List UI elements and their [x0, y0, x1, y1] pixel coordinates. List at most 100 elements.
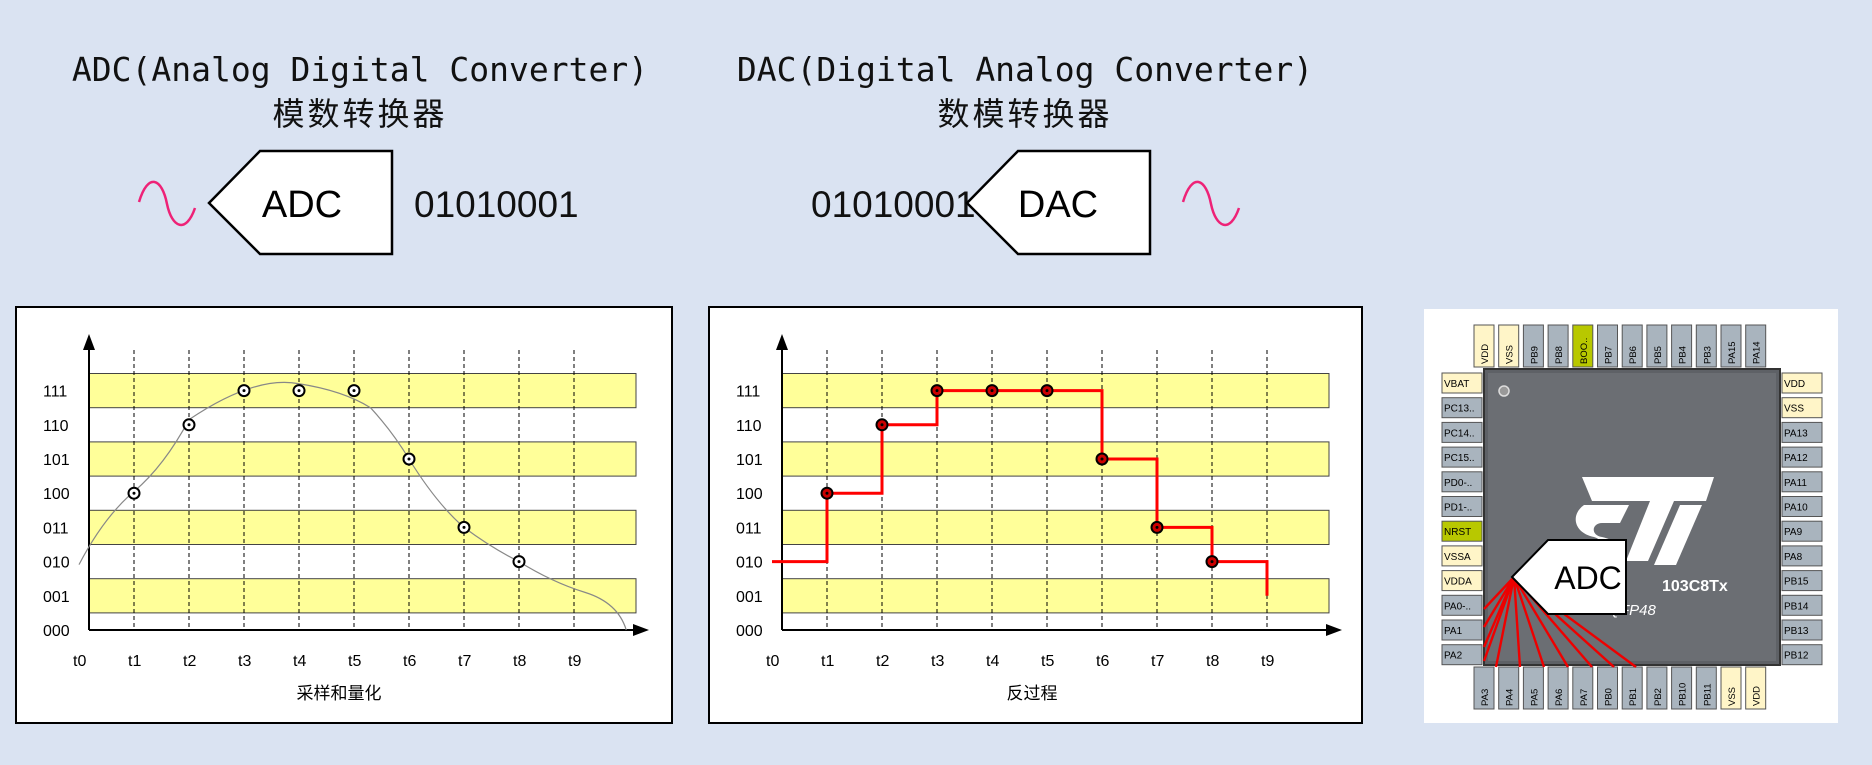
pin-label: VSS	[1784, 404, 1804, 415]
pin-label: PA0-..	[1444, 601, 1471, 612]
y-tick-label: 100	[43, 486, 70, 503]
pin-label: PB8	[1554, 346, 1565, 364]
x-tick-label: t7	[458, 653, 471, 670]
sample-point-center	[352, 389, 356, 393]
y-tick-label: 110	[736, 418, 762, 435]
chip-pin-bottom: PB1	[1621, 666, 1643, 710]
pin-label: BOO..	[1579, 338, 1590, 364]
x-tick-label: t7	[1151, 653, 1164, 670]
pin-label: PD0-..	[1444, 478, 1472, 489]
x-tick-label: t6	[403, 653, 416, 670]
level-band	[88, 578, 637, 614]
pin-label: VSS	[1505, 345, 1516, 364]
pin-label: VDDA	[1444, 577, 1472, 588]
reconstructed-step-signal	[772, 389, 1269, 596]
level-band	[781, 578, 1330, 614]
pin-label: PB5	[1653, 346, 1664, 364]
chip-pin-right: PA12	[1781, 446, 1823, 468]
sample-point-center	[1210, 560, 1214, 564]
y-tick-label: 111	[736, 384, 760, 401]
y-tick-label: 100	[736, 486, 763, 503]
chip-pin-top: PA15	[1720, 324, 1742, 368]
chip-pin-bottom: PA4	[1498, 666, 1520, 710]
x-tick-label: t8	[513, 653, 526, 670]
pin-label: PA14	[1752, 341, 1763, 364]
adc-title-line1: ADC(Analog Digital Converter)	[71, 50, 649, 89]
sample-point-center	[935, 389, 939, 393]
chip-pin-right: PA13	[1781, 421, 1823, 443]
x-tick-label: t2	[876, 653, 889, 670]
pin-label: PA9	[1784, 527, 1803, 538]
sample-point-center	[990, 389, 994, 393]
pin-label: PA3	[1480, 689, 1491, 706]
pin-label: PC15..	[1444, 453, 1475, 464]
chip-pin-right: PB12	[1781, 644, 1823, 666]
x-tick-label: t3	[238, 653, 251, 670]
stm32-chip-diagram: VDD VSS PB9 PB8 BOO.. PB7 PB6 PB5 PB4 PB3 PA15 PA14…	[1441, 324, 1823, 710]
chart-caption: 反过程	[1007, 684, 1058, 704]
x-tick-label: t4	[293, 653, 306, 670]
y-tick-label: 001	[736, 589, 763, 606]
sample-point-center	[407, 457, 411, 461]
level-band	[88, 441, 637, 477]
sampling-quantization-chart: 000 001 010 011 100 101 110 111 t0 t1 t2 t3 t4 t5 t6 t7…	[43, 334, 649, 704]
y-tick-label: 010	[43, 555, 70, 572]
y-tick-label: 011	[736, 520, 762, 537]
chip-pin-bottom: PB0	[1597, 666, 1618, 710]
y-axis-arrow	[776, 334, 788, 350]
pin-label: PB10	[1678, 683, 1689, 706]
pin-label: PA6	[1554, 689, 1565, 706]
pin-label: PB2	[1653, 688, 1664, 706]
chip-pin-right: PB14	[1781, 594, 1823, 616]
level-band	[781, 441, 1330, 477]
chip-pin-bottom: PB2	[1646, 666, 1668, 710]
pin-label: PB6	[1628, 346, 1639, 364]
adc-block-label: ADC	[262, 184, 342, 226]
y-tick-label: 010	[736, 555, 763, 572]
chip-pin-bottom: PA5	[1522, 666, 1544, 710]
pin-label: PD1-..	[1444, 503, 1472, 514]
x-tick-label: t9	[568, 653, 581, 670]
chip-pin-left: PA0-..	[1441, 594, 1483, 616]
x-axis-arrow	[1326, 624, 1342, 636]
chip-pin-top: PB9	[1522, 324, 1544, 368]
chip-pin-bottom: PA7	[1572, 666, 1594, 710]
dac-reverse-panel: 000 001 010 011 100 101 110 111 t0 t1 t2 t3 t4 t5 t6 t7…	[708, 306, 1363, 724]
sample-point-center	[517, 560, 521, 564]
sample-point-center	[187, 423, 191, 427]
level-band	[781, 509, 1330, 546]
chip-pin-bottom: PA3	[1473, 666, 1495, 710]
pin-label: PA5	[1529, 689, 1540, 706]
chip-pin-top: PB6	[1621, 324, 1643, 368]
y-tick-label: 000	[736, 623, 763, 640]
pin-label: VDD	[1784, 379, 1805, 390]
chip-pin-bottom: VDD	[1745, 666, 1767, 710]
adc-title: ADC(Analog Digital Converter) 模数转换器	[60, 48, 660, 136]
pin-label: PB12	[1784, 651, 1809, 662]
pin-label: PB3	[1702, 346, 1713, 364]
chip-pin-bottom: VSS	[1720, 666, 1742, 710]
x-tick-label: t8	[1206, 653, 1219, 670]
chip-pin-right: VDD	[1781, 372, 1823, 394]
x-tick-label: t1	[821, 653, 834, 670]
pin-label: PA1	[1444, 626, 1463, 637]
chip-pin-left: VDDA	[1441, 570, 1483, 592]
pin-label: VSSA	[1444, 552, 1471, 563]
x-tick-label: t5	[348, 653, 361, 670]
pin-label: PB0	[1604, 688, 1615, 706]
chip-pin-right: PA9	[1781, 520, 1823, 542]
chip-pin-top: PB8	[1547, 324, 1569, 368]
chip-pin-top: VSS	[1498, 324, 1520, 368]
y-tick-label: 111	[43, 384, 67, 401]
chip-pin-left: VSSA	[1441, 545, 1483, 567]
dac-input-bits: 01010001	[811, 184, 976, 225]
chip-pin-left: VBAT	[1441, 372, 1483, 394]
dac-title: DAC(Digital Analog Converter) 数模转换器	[725, 48, 1325, 136]
pin-label: PB14	[1784, 601, 1809, 612]
chip-pin-left: PC13..	[1441, 397, 1483, 419]
chip-pin-right: VSS	[1781, 397, 1823, 419]
dac-analog-wave-icon	[1181, 180, 1241, 227]
pin-label: PB4	[1678, 346, 1689, 364]
sample-point-center	[462, 525, 466, 529]
chip-pin-bottom: PB11	[1695, 666, 1717, 710]
